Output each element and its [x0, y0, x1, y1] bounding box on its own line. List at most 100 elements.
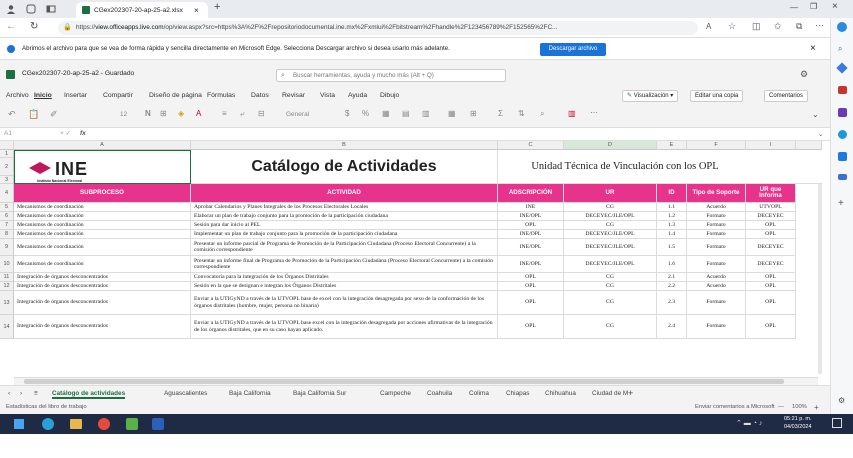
close-tab-icon[interactable]: × — [194, 6, 199, 15]
cell-subproceso[interactable]: Mecanismos de coordinación — [14, 239, 191, 256]
grow-font-icon[interactable]: N — [145, 109, 151, 118]
more-icon[interactable]: ··· — [815, 20, 824, 30]
paste-icon[interactable]: 📋 — [28, 109, 39, 120]
delete-cells-icon[interactable]: ⊞ — [470, 109, 477, 118]
row-number[interactable]: 1 — [0, 150, 14, 158]
row-number[interactable]: 14 — [0, 315, 14, 339]
cell-actividad[interactable]: Aprobar Calendarios y Planes Integrales … — [191, 203, 498, 212]
close-infobar-icon[interactable]: × — [810, 38, 816, 60]
row-number[interactable]: 11 — [0, 273, 14, 282]
sidebar-settings-icon[interactable]: ⚙ — [838, 396, 845, 405]
align-icon[interactable]: ≡ — [222, 109, 227, 118]
font-color-icon[interactable]: A — [196, 109, 201, 118]
cell-ur[interactable]: DECEYEC/JLE/OPL — [564, 256, 657, 273]
cell-styles-icon[interactable]: ▥ — [422, 109, 430, 118]
tab-insertar[interactable]: Insertar — [64, 92, 87, 99]
tab-revisar[interactable]: Revisar — [282, 92, 305, 99]
cell-tipo-soporte[interactable]: Acuerdo — [687, 203, 746, 212]
row-number[interactable]: 8 — [0, 230, 14, 239]
logo-cell[interactable]: INE Instituto Nacional Electoral — [14, 150, 191, 184]
cell-ur-informa[interactable]: UTVOPL — [746, 203, 796, 212]
font-size-select[interactable]: 12 — [120, 111, 127, 118]
tab-actions-icon[interactable] — [46, 4, 56, 14]
tab-vista[interactable]: Vista — [320, 92, 335, 99]
search-input[interactable]: ⌕ Buscar herramientas, ayuda y mucho más… — [276, 69, 506, 82]
sheet-tab-aguascalientes[interactable]: Aguascalientes — [164, 390, 207, 397]
cell-id[interactable]: 2.3 — [657, 291, 687, 315]
favorites-bar-icon[interactable]: ✩ — [774, 21, 782, 32]
feedback-link[interactable]: Enviar comentarios a Microsoft — [695, 401, 775, 414]
col-header-d[interactable]: D — [564, 141, 657, 150]
url-field[interactable]: 🔒 https://view.officeapps.live.com/op/vi… — [58, 21, 698, 35]
cell-id[interactable]: 1.6 — [657, 256, 687, 273]
cell-tipo-soporte[interactable]: Formato — [687, 315, 746, 339]
cell-ur[interactable]: DECEYEC/JLE/OPL — [564, 239, 657, 256]
header-subproceso[interactable]: SUBPROCESO — [14, 184, 191, 203]
cell-actividad[interactable]: Implementar un plan de trabajo conjunto … — [191, 230, 498, 239]
tab-dibujo[interactable]: Dibujo — [380, 92, 399, 99]
header-tipo-soporte[interactable]: Tipo de Soporte — [687, 184, 746, 203]
row-number[interactable]: 12 — [0, 282, 14, 291]
sidebar-add-icon[interactable]: + — [838, 198, 844, 209]
sidebar-games-icon[interactable] — [838, 108, 847, 117]
sheet-tab-baja-california[interactable]: Baja California — [229, 390, 271, 397]
sheet-tab-campeche[interactable]: Campeche — [380, 390, 411, 397]
col-header-i[interactable]: I — [746, 141, 796, 150]
cell-subproceso[interactable]: Integración de órganos desconcentrados — [14, 291, 191, 315]
cell-actividad[interactable]: Presentar un informe final de Programa d… — [191, 256, 498, 273]
tab-formulas[interactable]: Fórmulas — [207, 92, 235, 99]
cell-tipo-soporte[interactable]: Formato — [687, 239, 746, 256]
select-all-corner[interactable] — [0, 141, 14, 150]
cell-actividad[interactable]: Convocatoria para la integración de los … — [191, 273, 498, 282]
new-tab-icon[interactable]: + — [214, 1, 220, 13]
currency-icon[interactable]: $ — [345, 109, 349, 118]
cell-actividad[interactable]: Elaborar un plan de trabajo conjunto par… — [191, 212, 498, 221]
cell-ur-informa[interactable]: OPL — [746, 291, 796, 315]
add-sheet-icon[interactable]: + — [628, 388, 633, 398]
insert-cells-icon[interactable]: ▦ — [448, 109, 456, 118]
sheet-tab-colima[interactable]: Colima — [469, 390, 489, 397]
clock-date[interactable]: 04/03/2024 — [784, 424, 812, 430]
cell-tipo-soporte[interactable]: Formato — [687, 256, 746, 273]
merge-icon[interactable]: ⊟ — [258, 109, 265, 118]
row-number[interactable]: 10 — [0, 256, 14, 273]
browser-tab[interactable]: CGex202307-20-ap-25-a2.xlsx × — [76, 2, 208, 18]
cell-ur-informa[interactable]: DECEYEC — [746, 239, 796, 256]
wrap-icon[interactable]: ⤶ — [240, 109, 244, 119]
horizontal-scrollbar[interactable] — [14, 377, 818, 385]
cell-adscripcion[interactable]: INE/OPL — [498, 239, 564, 256]
workspaces-icon[interactable] — [26, 4, 36, 14]
col-header-a[interactable]: A — [14, 141, 191, 150]
sheet-tab-cdmx[interactable]: Ciudad de M — [592, 390, 630, 397]
cell-actividad[interactable]: Presentar un informe parcial de Programa… — [191, 239, 498, 256]
row-number[interactable]: 7 — [0, 221, 14, 230]
table-format-icon[interactable]: ▤ — [402, 109, 410, 118]
col-header-e[interactable]: E — [657, 141, 687, 150]
zoom-out-icon[interactable]: — — [778, 401, 784, 414]
cell-ur-informa[interactable]: DECEYEC — [746, 212, 796, 221]
cell-id[interactable]: 1.4 — [657, 230, 687, 239]
cell-ur-informa[interactable]: OPL — [746, 230, 796, 239]
cell-actividad[interactable]: Sesión para dar inicio al PEL — [191, 221, 498, 230]
sheet-unit[interactable]: Unidad Técnica de Vinculación con los OP… — [498, 150, 822, 184]
split-screen-icon[interactable]: ◫ — [752, 21, 761, 32]
tab-inicio[interactable]: Inicio — [34, 92, 52, 99]
sidebar-office-icon[interactable] — [838, 130, 847, 139]
close-window-icon[interactable]: × — [832, 1, 838, 12]
row-number[interactable]: 13 — [0, 291, 14, 315]
tab-compartir[interactable]: Compartir — [103, 92, 133, 99]
edit-copy-button[interactable]: Editar una copia — [690, 90, 744, 102]
cell-ur-informa[interactable]: OPL — [746, 315, 796, 339]
clock-time[interactable]: 05:21 p. m. — [784, 416, 812, 422]
ribbon-expand-icon[interactable]: ⌄ — [812, 110, 819, 119]
cell-tipo-soporte[interactable]: Acuerdo — [687, 273, 746, 282]
minimize-icon[interactable]: — — [790, 3, 798, 12]
cell-adscripcion[interactable]: INE/OPL — [498, 230, 564, 239]
sidebar-shopping-icon[interactable] — [838, 86, 847, 94]
restore-icon[interactable]: ❐ — [810, 2, 817, 11]
format-painter-icon[interactable]: ✐ — [50, 109, 58, 120]
cell-ur-informa[interactable]: OPL — [746, 221, 796, 230]
cell-ur[interactable]: CG — [564, 282, 657, 291]
cell-ur[interactable]: CG — [564, 203, 657, 212]
name-box[interactable]: A1 — [4, 130, 12, 137]
